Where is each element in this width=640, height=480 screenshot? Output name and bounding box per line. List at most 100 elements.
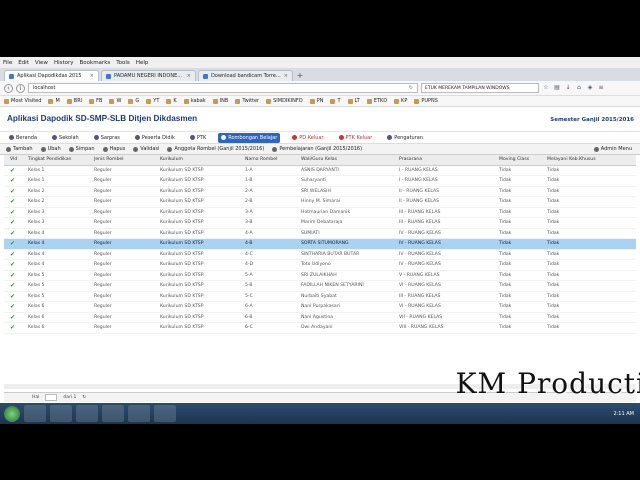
- nav-item-sekolah[interactable]: Sekolah: [49, 133, 82, 143]
- bookmark-item[interactable]: LT: [347, 98, 360, 104]
- nav-item-rombongan-belajar[interactable]: Rombongan Belajar: [218, 132, 281, 143]
- table-cell: 1-A: [245, 167, 253, 173]
- toolbar-button-1[interactable]: Ubah: [40, 146, 61, 152]
- column-header[interactable]: Melayani Keb.Khusus: [547, 157, 607, 162]
- page-input[interactable]: [45, 394, 58, 401]
- search-input[interactable]: ETUK MEREKAM TAMPILAN WINDOWS: [421, 83, 539, 93]
- tab-padamu[interactable]: PADAMU NEGERI INDONE... ×: [101, 70, 196, 81]
- bookmark-item[interactable]: PN: [309, 98, 323, 104]
- bookmark-item[interactable]: SIMDIKINFO: [266, 98, 303, 104]
- table-row[interactable]: ✔ Kelas 3 Reguler Kurikulum SD KTSP 3-A Hotma…: [4, 208, 636, 218]
- toolbar-button-0[interactable]: Tambah: [6, 146, 33, 152]
- bookmark-label: YT: [153, 98, 160, 104]
- info-icon[interactable]: i: [16, 83, 25, 93]
- menu-item-help[interactable]: Help: [136, 60, 149, 66]
- column-header[interactable]: Moving Class: [499, 157, 547, 162]
- table-row[interactable]: ✔ Kelas 3 Reguler Kurikulum SD KTSP 3-B Marim…: [4, 218, 636, 229]
- nav-item-sarpras[interactable]: Sarpras: [91, 133, 123, 143]
- bookmark-item[interactable]: ETKD: [366, 98, 387, 104]
- toolbar-button-2[interactable]: Simpan: [68, 146, 95, 152]
- close-icon[interactable]: ×: [284, 73, 288, 79]
- nav-item-ptk-keluar[interactable]: PTK Keluar: [336, 133, 376, 143]
- menu-item-file[interactable]: File: [3, 60, 12, 66]
- taskbar-app-button[interactable]: [50, 405, 72, 422]
- nav-item-beranda[interactable]: Beranda: [6, 133, 40, 143]
- table-row[interactable]: ✔ Kelas 6 Reguler Kurikulum SD KTSP 6-C Dwi A…: [4, 323, 636, 334]
- bookmark-item[interactable]: Twitter: [235, 98, 259, 104]
- bookmark-item[interactable]: YT: [146, 98, 159, 104]
- toolbar-button-4[interactable]: Validasi: [133, 146, 159, 152]
- menu-icon[interactable]: ≡: [597, 84, 605, 92]
- bookmark-item[interactable]: G: [128, 98, 139, 104]
- table-row[interactable]: ✔ Kelas 4 Reguler Kurikulum SD KTSP 4-C SINTH…: [4, 250, 636, 260]
- refresh-icon[interactable]: ↻: [82, 395, 86, 400]
- table-row[interactable]: ✔ Kelas 4 Reguler Kurikulum SD KTSP 4-A SUMIA…: [4, 229, 636, 239]
- table-row[interactable]: ✔ Kelas 6 Reguler Kurikulum SD KTSP 6-A Nani …: [4, 302, 636, 313]
- menu-item-edit[interactable]: Edit: [18, 60, 29, 66]
- bookmark-item[interactable]: BRI: [66, 98, 82, 104]
- column-header[interactable]: Kurikulum: [160, 157, 245, 162]
- table-row[interactable]: ✔ Kelas 2 Reguler Kurikulum SD KTSP 2-B Hinny…: [4, 197, 636, 208]
- taskbar-app-button[interactable]: [76, 405, 98, 422]
- toolbar-button-6[interactable]: Pembelajaran (Ganjil 2015/2016): [272, 146, 362, 152]
- close-icon[interactable]: ×: [90, 73, 94, 79]
- bookmark-item[interactable]: kabak: [183, 98, 206, 104]
- menu-item-tools[interactable]: Tools: [116, 60, 130, 66]
- download-icon[interactable]: ↓: [564, 84, 572, 92]
- bookmark-item[interactable]: M: [48, 98, 60, 104]
- taskbar-app-button[interactable]: [102, 405, 124, 422]
- column-header[interactable]: Wali/Guru Kelas: [301, 157, 399, 162]
- table-row[interactable]: ✔ Kelas 1 Reguler Kurikulum SD KTSP 1-B Suhar…: [4, 176, 636, 187]
- table-row[interactable]: ✔ Kelas 5 Reguler Kurikulum SD KTSP 5-B FADIL…: [4, 281, 636, 292]
- star-icon[interactable]: ☆: [542, 84, 550, 92]
- new-tab-button[interactable]: +: [295, 71, 305, 81]
- close-icon[interactable]: ×: [187, 73, 191, 79]
- nav-item-pengaturan[interactable]: Pengaturan: [384, 133, 426, 143]
- column-header[interactable]: Vld: [4, 157, 28, 162]
- toolbar-button-5[interactable]: Anggota Rombel (Ganjil 2015/2016): [167, 146, 264, 152]
- home-icon[interactable]: ⌂: [575, 84, 583, 92]
- table-row[interactable]: ✔ Kelas 5 Reguler Kurikulum SD KTSP 5-C Nurba…: [4, 292, 636, 302]
- menu-item-view[interactable]: View: [35, 60, 48, 66]
- bookmark-item[interactable]: PUPNS: [414, 98, 438, 104]
- back-icon[interactable]: ‹: [4, 83, 13, 93]
- bookmark-item[interactable]: K: [166, 98, 177, 104]
- menu-item-history[interactable]: History: [54, 60, 74, 66]
- table-row[interactable]: ✔ Kelas 4 Reguler Kurikulum SD KTSP 4-B SORTA…: [4, 239, 636, 250]
- nav-item-ptk[interactable]: PTK: [187, 133, 209, 143]
- table-cell: 4-C: [245, 251, 253, 257]
- table-row[interactable]: ✔ Kelas 5 Reguler Kurikulum SD KTSP 5-A SRI Z…: [4, 271, 636, 281]
- table-row[interactable]: ✔ Kelas 4 Reguler Kurikulum SD KTSP 4-D Toto …: [4, 260, 636, 271]
- bookmark-item[interactable]: Most Visited: [4, 98, 41, 104]
- valid-check-icon: ✔: [10, 250, 16, 258]
- table-row[interactable]: ✔ Kelas 1 Reguler Kurikulum SD KTSP 1-A ASNIS…: [4, 166, 636, 176]
- column-header[interactable]: Nama Rombel: [245, 157, 301, 162]
- bookmark-item[interactable]: KP: [394, 98, 407, 104]
- url-bar[interactable]: localhost ↻: [28, 83, 418, 93]
- bookmark-item[interactable]: FB: [89, 98, 102, 104]
- bookmark-item[interactable]: T: [330, 98, 341, 104]
- admin-menu-button[interactable]: Admin Menu: [593, 146, 632, 152]
- menu-item-bookmarks[interactable]: Bookmarks: [80, 60, 111, 66]
- taskbar-app-button[interactable]: [128, 405, 150, 422]
- nav-item-pd-keluar[interactable]: PD Keluar: [289, 133, 326, 143]
- start-button[interactable]: [4, 405, 20, 422]
- shield-icon[interactable]: ◈: [586, 84, 594, 92]
- bookmark-item[interactable]: W: [109, 98, 121, 104]
- table-row[interactable]: ✔ Kelas 2 Reguler Kurikulum SD KTSP 2-A SRI W…: [4, 187, 636, 197]
- column-header[interactable]: Jenis Rombel: [94, 157, 160, 162]
- table-cell: Kurikulum SD KTSP: [160, 199, 204, 205]
- reload-icon[interactable]: ↻: [409, 85, 413, 91]
- taskbar-app-button[interactable]: [154, 405, 176, 422]
- tab-bandicam[interactable]: Download bandicam Torre... ×: [198, 70, 293, 81]
- tab-dapodikdas[interactable]: Aplikasi Dapodikdas 2015 ×: [4, 70, 99, 81]
- column-header[interactable]: Tingkat Pendidikan: [28, 157, 94, 162]
- bookmark-item[interactable]: INB: [212, 98, 228, 104]
- table-cell: III - RUANG KELAS: [399, 293, 441, 299]
- toolbar-button-3[interactable]: Hapus: [102, 146, 125, 152]
- taskbar-app-button[interactable]: [24, 405, 46, 422]
- column-header[interactable]: Prasarana: [399, 157, 499, 162]
- table-row[interactable]: ✔ Kelas 6 Reguler Kurikulum SD KTSP 6-B Nani …: [4, 313, 636, 323]
- bookmarks-icon[interactable]: ▤: [553, 84, 561, 92]
- nav-item-peserta-didik[interactable]: Peserta Didik: [132, 133, 178, 143]
